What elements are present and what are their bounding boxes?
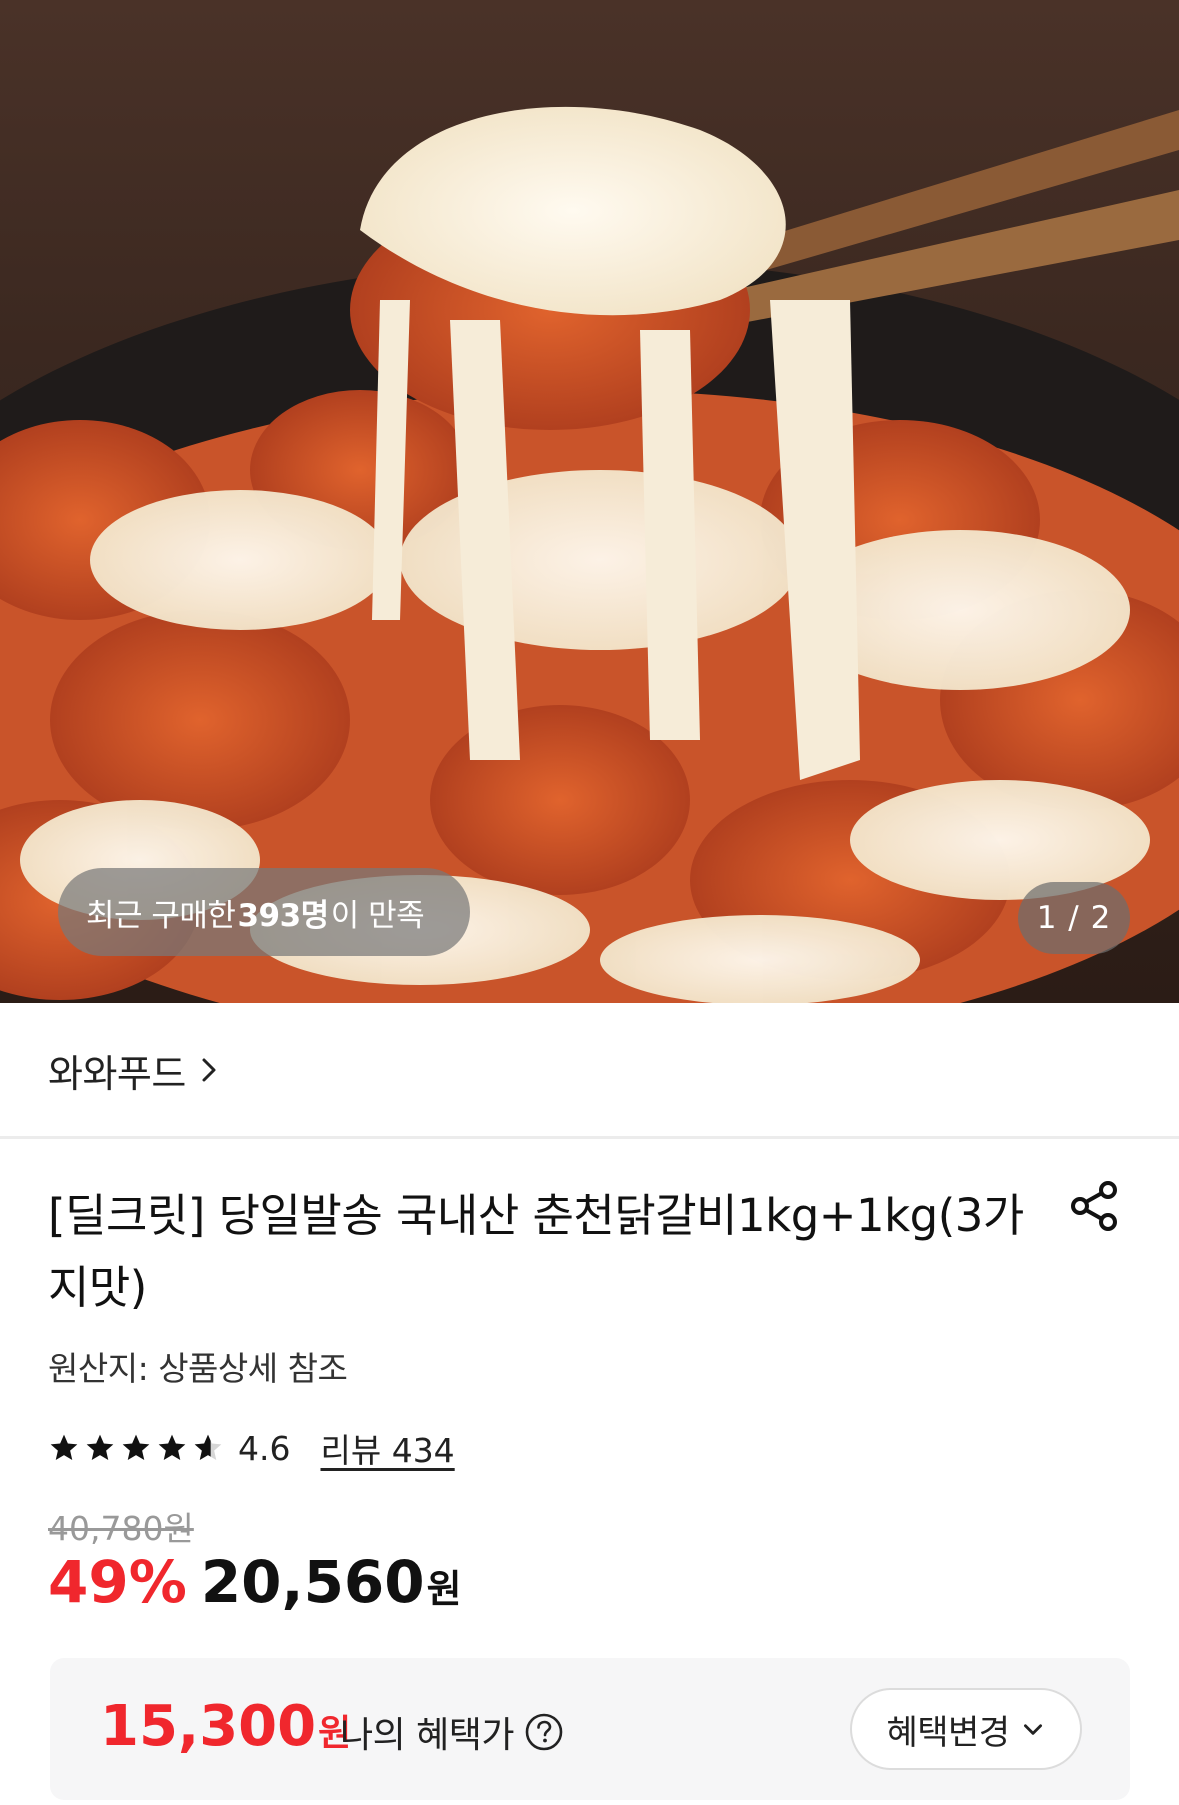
star-rating	[48, 1432, 224, 1464]
sale-price: 20,560	[200, 1548, 425, 1616]
image-counter: 1 / 2	[1018, 882, 1130, 954]
rating-value: 4.6	[238, 1428, 291, 1468]
rating-row: 4.6 리뷰 434	[48, 1420, 455, 1476]
star-icon	[158, 1434, 186, 1460]
seller-name: 와와푸드	[48, 1051, 186, 1096]
product-photo	[0, 0, 1179, 1003]
section-divider	[0, 1136, 1179, 1139]
benefit-price: 15,300 원	[100, 1694, 351, 1759]
buyers-satisfaction-badge: 최근 구매한 393명 이 만족	[58, 868, 471, 956]
benefit-label: 나의 혜택가	[340, 1706, 564, 1758]
product-title: [딜크릿] 당일발송 국내산 춘천닭갈비1kg+1kg(3가지맛)	[48, 1189, 1024, 1314]
buyers-prefix: 최근 구매한	[86, 897, 236, 934]
benefit-label-text: 나의 혜택가	[340, 1715, 515, 1756]
origin-info: 원산지: 상품상세 참조	[48, 1349, 348, 1388]
price-row: 49% 20,560 원	[48, 1548, 462, 1628]
sale-price-unit: 원	[426, 1567, 462, 1611]
discount-rate: 49%	[48, 1548, 187, 1616]
product-image-carousel[interactable]: 최근 구매한 393명 이 만족 1 / 2	[0, 0, 1179, 1003]
change-benefit-label: 혜택변경	[886, 1712, 1010, 1753]
benefit-price-value: 15,300	[100, 1694, 317, 1759]
chevron-right-icon	[202, 1058, 216, 1082]
review-link[interactable]: 리뷰 434	[320, 1424, 454, 1472]
star-icon	[122, 1434, 150, 1460]
chevron-down-icon	[1023, 1724, 1042, 1735]
original-price: 40,780원	[48, 1509, 194, 1548]
seller-link[interactable]: 와와푸드	[48, 1040, 224, 1100]
buyers-suffix: 이 만족	[330, 897, 425, 934]
share-icon[interactable]	[1066, 1178, 1122, 1234]
benefit-price-box: 15,300 원 나의 혜택가 혜택변경	[50, 1658, 1130, 1800]
help-icon[interactable]	[524, 1712, 564, 1752]
star-icon	[86, 1434, 114, 1460]
buyers-count: 393명	[237, 897, 329, 934]
half-star-icon	[194, 1434, 222, 1460]
change-benefit-button[interactable]: 혜택변경	[850, 1688, 1082, 1770]
star-icon	[50, 1434, 78, 1460]
